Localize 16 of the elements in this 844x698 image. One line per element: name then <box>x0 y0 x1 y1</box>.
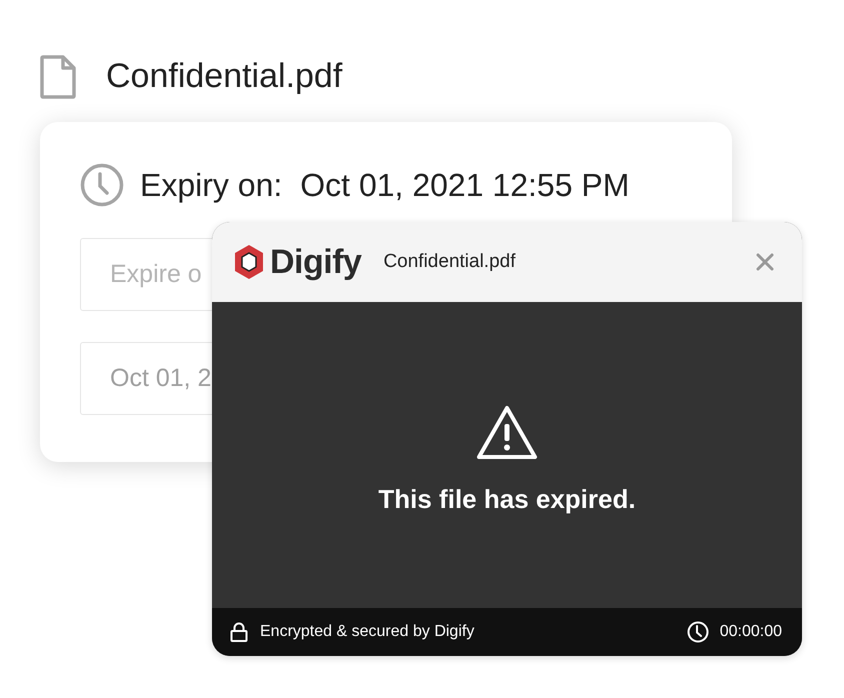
expired-message: This file has expired. <box>378 483 636 516</box>
document-icon <box>40 54 76 98</box>
timer: 00:00:00 <box>720 622 782 642</box>
lock-icon <box>230 622 248 642</box>
expiry-date: Oct 01, 2021 12:55 PM <box>300 166 630 205</box>
clock-icon <box>686 621 709 643</box>
logo-icon <box>233 244 265 280</box>
security-note: Encrypted & secured by Digify <box>260 622 474 642</box>
brand-name: Digify <box>270 242 362 282</box>
clock-icon <box>80 163 124 207</box>
file-name: Confidential.pdf <box>106 56 342 97</box>
close-button[interactable] <box>754 251 776 273</box>
viewer-file-name: Confidential.pdf <box>383 250 516 274</box>
close-icon <box>756 253 774 271</box>
expiry-label: Expiry on: <box>140 166 282 205</box>
warning-icon <box>475 404 539 460</box>
